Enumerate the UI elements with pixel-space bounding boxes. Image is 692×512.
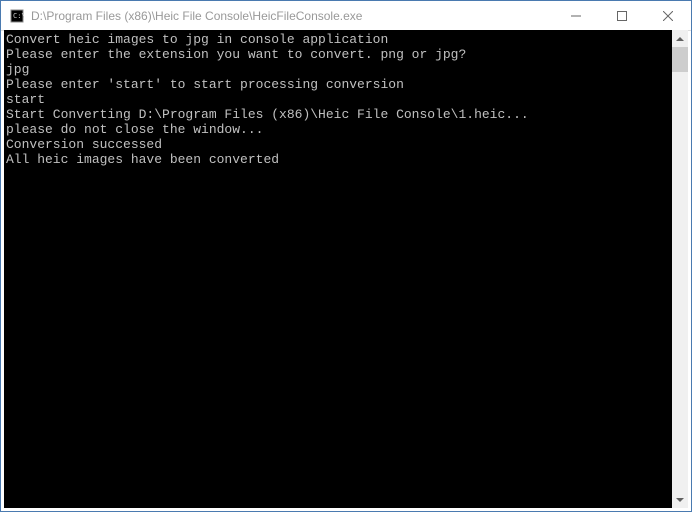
console-line: please do not close the window... <box>6 122 670 137</box>
scrollbar-track[interactable] <box>672 47 688 491</box>
window-title: D:\Program Files (x86)\Heic File Console… <box>31 9 553 23</box>
console-line: start <box>6 92 670 107</box>
console-line: Please enter the extension you want to c… <box>6 47 670 62</box>
window-controls <box>553 1 691 30</box>
console-line: Start Converting D:\Program Files (x86)\… <box>6 107 670 122</box>
console-output[interactable]: Convert heic images to jpg in console ap… <box>4 30 672 508</box>
svg-text:C:\: C:\ <box>13 12 24 20</box>
console-line: jpg <box>6 62 670 77</box>
scroll-down-button[interactable] <box>672 491 688 508</box>
console-line: Conversion successed <box>6 137 670 152</box>
console-line: Please enter 'start' to start processing… <box>6 77 670 92</box>
scrollbar-thumb[interactable] <box>672 47 688 72</box>
minimize-button[interactable] <box>553 1 599 30</box>
titlebar[interactable]: C:\ D:\Program Files (x86)\Heic File Con… <box>1 1 691 31</box>
scroll-up-button[interactable] <box>672 30 688 47</box>
console-line: Convert heic images to jpg in console ap… <box>6 32 670 47</box>
vertical-scrollbar[interactable] <box>672 30 688 508</box>
close-button[interactable] <box>645 1 691 30</box>
console-line: All heic images have been converted <box>6 152 670 167</box>
maximize-button[interactable] <box>599 1 645 30</box>
app-icon: C:\ <box>9 8 25 24</box>
